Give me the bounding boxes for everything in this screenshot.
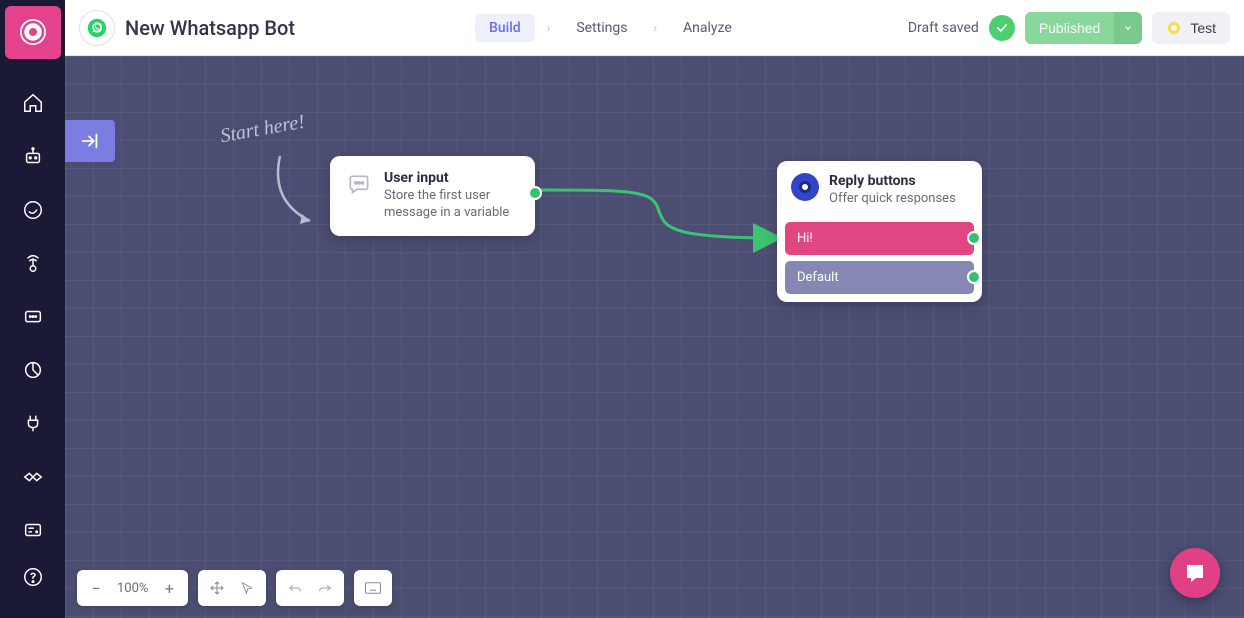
reply-button-hi[interactable]: Hi!	[785, 222, 974, 255]
node-title: User input	[384, 170, 521, 186]
test-label: Test	[1190, 20, 1216, 36]
sidebar-item-bot[interactable]	[11, 136, 55, 177]
form-icon	[22, 519, 44, 541]
sidebar-item-home[interactable]	[11, 83, 55, 124]
help-icon	[22, 566, 44, 588]
plug-icon	[22, 412, 44, 434]
sidebar-item-chat[interactable]	[11, 296, 55, 337]
tab-analyze[interactable]: Analyze	[669, 14, 746, 42]
node-reply-buttons[interactable]: Reply buttons Offer quick responses Hi! …	[777, 161, 982, 302]
keyboard-icon	[364, 581, 382, 595]
redo-button[interactable]	[310, 574, 340, 602]
tab-build[interactable]: Build	[475, 14, 535, 42]
channel-whatsapp-icon	[79, 10, 115, 46]
reply-button-label: Default	[797, 270, 839, 285]
chevron-down-icon	[1123, 23, 1133, 33]
node-user-input[interactable]: User input Store the first user message …	[330, 156, 535, 236]
start-arrow-icon	[260, 146, 340, 236]
saved-check-icon	[989, 15, 1015, 41]
header-tabs: Build › Settings › Analyze	[475, 14, 746, 42]
zoom-group: − 100% +	[77, 570, 188, 606]
draft-status: Draft saved	[908, 20, 979, 36]
pan-tool-button[interactable]	[202, 574, 232, 602]
radio-button-icon	[791, 173, 819, 201]
sidebar	[0, 0, 65, 618]
reply-button-default[interactable]: Default	[785, 261, 974, 294]
app-logo[interactable]	[5, 6, 61, 59]
undo-button[interactable]	[280, 574, 310, 602]
main-area: New Whatsapp Bot Build › Settings › Anal…	[65, 0, 1244, 618]
output-port[interactable]	[967, 231, 981, 245]
flow-canvas[interactable]: Start here!	[65, 56, 1244, 618]
cursor-icon	[240, 581, 254, 595]
arrow-to-line-icon	[79, 130, 101, 152]
node-title: Reply buttons	[829, 173, 956, 189]
zoom-value: 100%	[111, 581, 154, 596]
undo-icon	[287, 580, 303, 596]
zoom-out-button[interactable]: −	[81, 574, 111, 602]
test-button[interactable]: Test	[1152, 12, 1230, 44]
publish-button[interactable]: Published	[1025, 12, 1115, 44]
node-subtitle: Offer quick responses	[829, 191, 956, 208]
chat-fab-button[interactable]	[1170, 548, 1220, 598]
handshake-icon	[21, 466, 45, 488]
sidebar-item-integrations[interactable]	[11, 403, 55, 444]
whatsapp-icon	[22, 199, 44, 221]
keyboard-shortcuts-button[interactable]	[358, 574, 388, 602]
home-icon	[22, 92, 44, 114]
move-icon	[209, 580, 225, 596]
header: New Whatsapp Bot Build › Settings › Anal…	[65, 0, 1244, 56]
sidebar-item-broadcast[interactable]	[11, 243, 55, 284]
crumb-sep-icon: ›	[653, 21, 657, 35]
publish-more-button[interactable]	[1114, 12, 1142, 44]
intercom-icon	[1183, 561, 1207, 585]
output-port[interactable]	[528, 186, 542, 200]
zoom-in-button[interactable]: +	[154, 574, 184, 602]
landbot-logo-icon	[17, 16, 49, 48]
start-here-label: Start here!	[219, 111, 307, 148]
chat-icon	[22, 306, 44, 328]
keyboard-group	[354, 570, 392, 606]
whatsapp-small-icon	[1166, 20, 1182, 36]
publish-button-group: Published	[1025, 12, 1143, 44]
redo-icon	[317, 580, 333, 596]
tab-settings[interactable]: Settings	[562, 14, 641, 42]
speech-bubble-icon	[344, 170, 374, 200]
sidebar-item-analytics[interactable]	[11, 349, 55, 390]
whatsapp-logo-icon	[86, 17, 108, 39]
broadcast-icon	[22, 252, 44, 274]
open-blocks-drawer-button[interactable]	[65, 120, 115, 162]
tool-group	[198, 570, 266, 606]
sidebar-item-help[interactable]	[11, 557, 55, 598]
crumb-sep-icon: ›	[547, 21, 551, 35]
node-subtitle: Store the first user message in a variab…	[384, 188, 521, 222]
bot-title[interactable]: New Whatsapp Bot	[125, 16, 295, 40]
robot-icon	[22, 146, 44, 168]
sidebar-item-form[interactable]	[11, 509, 55, 550]
canvas-toolbar: − 100% +	[77, 570, 392, 606]
output-port[interactable]	[967, 270, 981, 284]
history-group	[276, 570, 344, 606]
sidebar-item-whatsapp[interactable]	[11, 189, 55, 230]
select-tool-button[interactable]	[232, 574, 262, 602]
reply-button-label: Hi!	[797, 231, 813, 246]
pie-chart-icon	[22, 359, 44, 381]
sidebar-item-handshake[interactable]	[11, 456, 55, 497]
